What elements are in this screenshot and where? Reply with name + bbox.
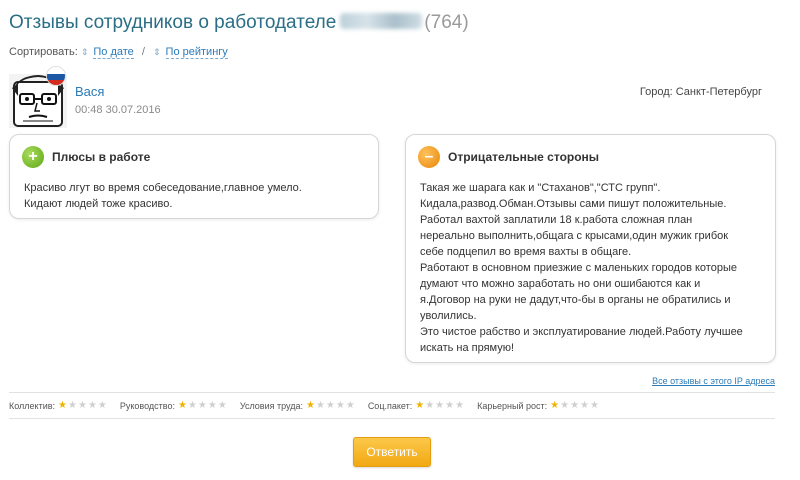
star-icon: ★: [197, 400, 208, 411]
star-icon: ★: [315, 400, 326, 411]
star-icon: ★: [590, 400, 600, 411]
pros-title: Плюсы в работе: [52, 150, 151, 164]
rating-stars: ★★★★★: [306, 400, 356, 411]
rating-item: Коллектив: ★★★★★: [9, 400, 108, 411]
page-title-text: Отзывы сотрудников о работодателе: [9, 12, 337, 33]
cons-line: Такая же шарага как и "Стаханов","СТС гр…: [420, 182, 661, 194]
rating-stars: ★★★★★: [178, 400, 228, 411]
review-count: (764): [424, 12, 469, 33]
rating-label: Соц.пакет:: [367, 400, 413, 411]
rating-label: Коллектив:: [9, 400, 56, 411]
sort-label: Сортировать:: [9, 46, 78, 58]
reply-button[interactable]: Ответить: [353, 437, 431, 467]
star-icon: ★: [425, 400, 436, 411]
star-icon: ★: [570, 400, 581, 411]
star-icon: ★: [207, 400, 218, 411]
rating-item: Руководство: ★★★★★: [120, 400, 228, 411]
cons-line: Работают в основном приезжие с маленьких…: [420, 262, 737, 274]
cons-line: уволились.: [420, 310, 477, 322]
ratings-row: Коллектив: ★★★★★ Руководство: ★★★★★ Усло…: [9, 400, 612, 411]
pros-panel: + Плюсы в работе Красиво лгут во время с…: [9, 134, 379, 219]
divider: [9, 392, 775, 393]
cons-header: – Отрицательные стороны: [418, 146, 599, 168]
cons-text: Такая же шарага как и "Стаханов","СТС гр…: [420, 180, 765, 356]
cons-line: нереально выполнить,общага с крысами,оди…: [420, 230, 729, 242]
rating-label: Руководство:: [119, 400, 175, 411]
star-icon: ★: [97, 400, 108, 411]
cons-line: себе подцепил во время вахты в общаге.: [420, 246, 632, 258]
rating-item: Условия труда: ★★★★★: [240, 400, 356, 411]
page-title: Отзывы сотрудников о работодателе (764): [9, 12, 469, 34]
cons-line: Работал вахтой заплатили 18 к.работа сло…: [420, 214, 693, 226]
star-icon: ★: [345, 400, 356, 411]
author-city: Город: Санкт-Петербург: [639, 86, 762, 98]
cons-line: я.Договор на руки не дадут,что-бы в орга…: [420, 294, 731, 306]
pros-text: Красиво лгут во время собеседование,глав…: [24, 180, 369, 212]
minus-icon: –: [418, 146, 440, 168]
rating-stars: ★★★★★: [550, 400, 600, 411]
author-name-link[interactable]: Вася: [75, 84, 104, 99]
star-icon: ★: [325, 400, 336, 411]
rating-label: Карьерный рост:: [477, 400, 548, 411]
star-icon: ★: [580, 400, 591, 411]
rating-stars: ★★★★★: [58, 400, 108, 411]
star-icon: ★: [455, 400, 466, 411]
same-ip-reviews-link[interactable]: Все отзывы с этого IP адреса: [652, 376, 775, 386]
cons-line: Кидала,развод.Обман.Отзывы сами пишут по…: [420, 198, 727, 210]
pros-line: Красиво лгут во время собеседование,глав…: [24, 182, 302, 194]
cons-panel: – Отрицательные стороны Такая же шарага …: [405, 134, 776, 363]
star-icon: ★: [415, 400, 426, 411]
sort-by-rating-link[interactable]: По рейтингу: [165, 46, 228, 59]
star-icon: ★: [435, 400, 446, 411]
sort-arrows-icon: ⇕: [153, 47, 161, 57]
star-icon: ★: [550, 400, 561, 411]
star-icon: ★: [177, 400, 188, 411]
sort-separator: /: [141, 46, 145, 58]
cons-line: думают что можно заработать но они ошиба…: [420, 278, 701, 290]
star-icon: ★: [305, 400, 316, 411]
blurred-company-name: [340, 13, 423, 29]
star-icon: ★: [68, 400, 78, 411]
plus-icon: +: [22, 146, 44, 168]
divider: [9, 418, 775, 419]
star-icon: ★: [560, 400, 571, 411]
cons-title: Отрицательные стороны: [448, 150, 600, 164]
star-icon: ★: [445, 400, 456, 411]
pros-line: Кидают людей тоже красиво.: [24, 198, 173, 210]
rating-label: Условия труда:: [239, 400, 303, 411]
rating-stars: ★★★★★: [415, 400, 465, 411]
sort-bar: Сортировать: ⇕ По дате / ⇕ По рейтингу: [9, 46, 228, 59]
pros-header: + Плюсы в работе: [22, 146, 150, 168]
cons-line: Это чистое рабство и эксплуатирование лю…: [420, 326, 743, 338]
review-date: 00:48 30.07.2016: [75, 104, 161, 116]
star-icon: ★: [87, 400, 98, 411]
star-icon: ★: [187, 400, 198, 411]
cons-line: искать на прямую!: [420, 342, 515, 354]
star-icon: ★: [77, 400, 88, 411]
star-icon: ★: [217, 400, 228, 411]
russia-flag-icon: [46, 66, 66, 86]
sort-arrows-icon: ⇕: [80, 47, 89, 57]
star-icon: ★: [58, 400, 68, 411]
sort-by-date-link[interactable]: По дате: [93, 46, 134, 59]
rating-item: Карьерный рост: ★★★★★: [477, 400, 600, 411]
star-icon: ★: [335, 400, 346, 411]
rating-item: Соц.пакет: ★★★★★: [368, 400, 465, 411]
